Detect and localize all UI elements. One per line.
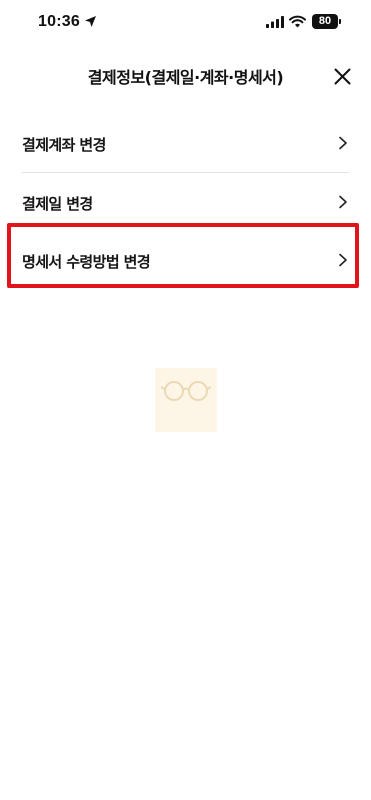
menu-item-label: 결제일 변경 xyxy=(22,195,93,213)
battery-icon: 80 xyxy=(312,14,338,29)
battery-level: 80 xyxy=(318,15,332,27)
close-icon xyxy=(334,68,350,84)
chevron-right-icon xyxy=(339,195,347,209)
glasses-logo-icon xyxy=(161,381,211,401)
chevron-right-icon xyxy=(339,136,347,150)
battery-tip xyxy=(339,19,341,24)
menu-list: 결제계좌 변경 결제일 변경 명세서 수령방법 변경 xyxy=(0,114,371,289)
status-time: 10:36 xyxy=(38,13,80,30)
chevron-right-icon xyxy=(339,253,347,267)
close-button[interactable] xyxy=(328,64,356,88)
cellular-signal-icon xyxy=(266,16,284,28)
wifi-icon xyxy=(289,15,306,28)
status-bar: 10:36 80 xyxy=(0,0,371,44)
header: 결제정보(결제일·계좌·명세서) xyxy=(0,52,371,100)
location-arrow-icon xyxy=(85,16,96,27)
menu-item-label: 명세서 수령방법 변경 xyxy=(22,253,151,271)
page-title: 결제정보(결제일·계좌·명세서) xyxy=(87,68,284,87)
menu-item-statement-method[interactable]: 명세서 수령방법 변경 xyxy=(22,231,349,289)
watermark-logo xyxy=(155,368,217,432)
menu-item-payment-account[interactable]: 결제계좌 변경 xyxy=(22,114,349,172)
menu-item-label: 결제계좌 변경 xyxy=(22,136,106,154)
menu-item-payment-date[interactable]: 결제일 변경 xyxy=(22,173,349,231)
